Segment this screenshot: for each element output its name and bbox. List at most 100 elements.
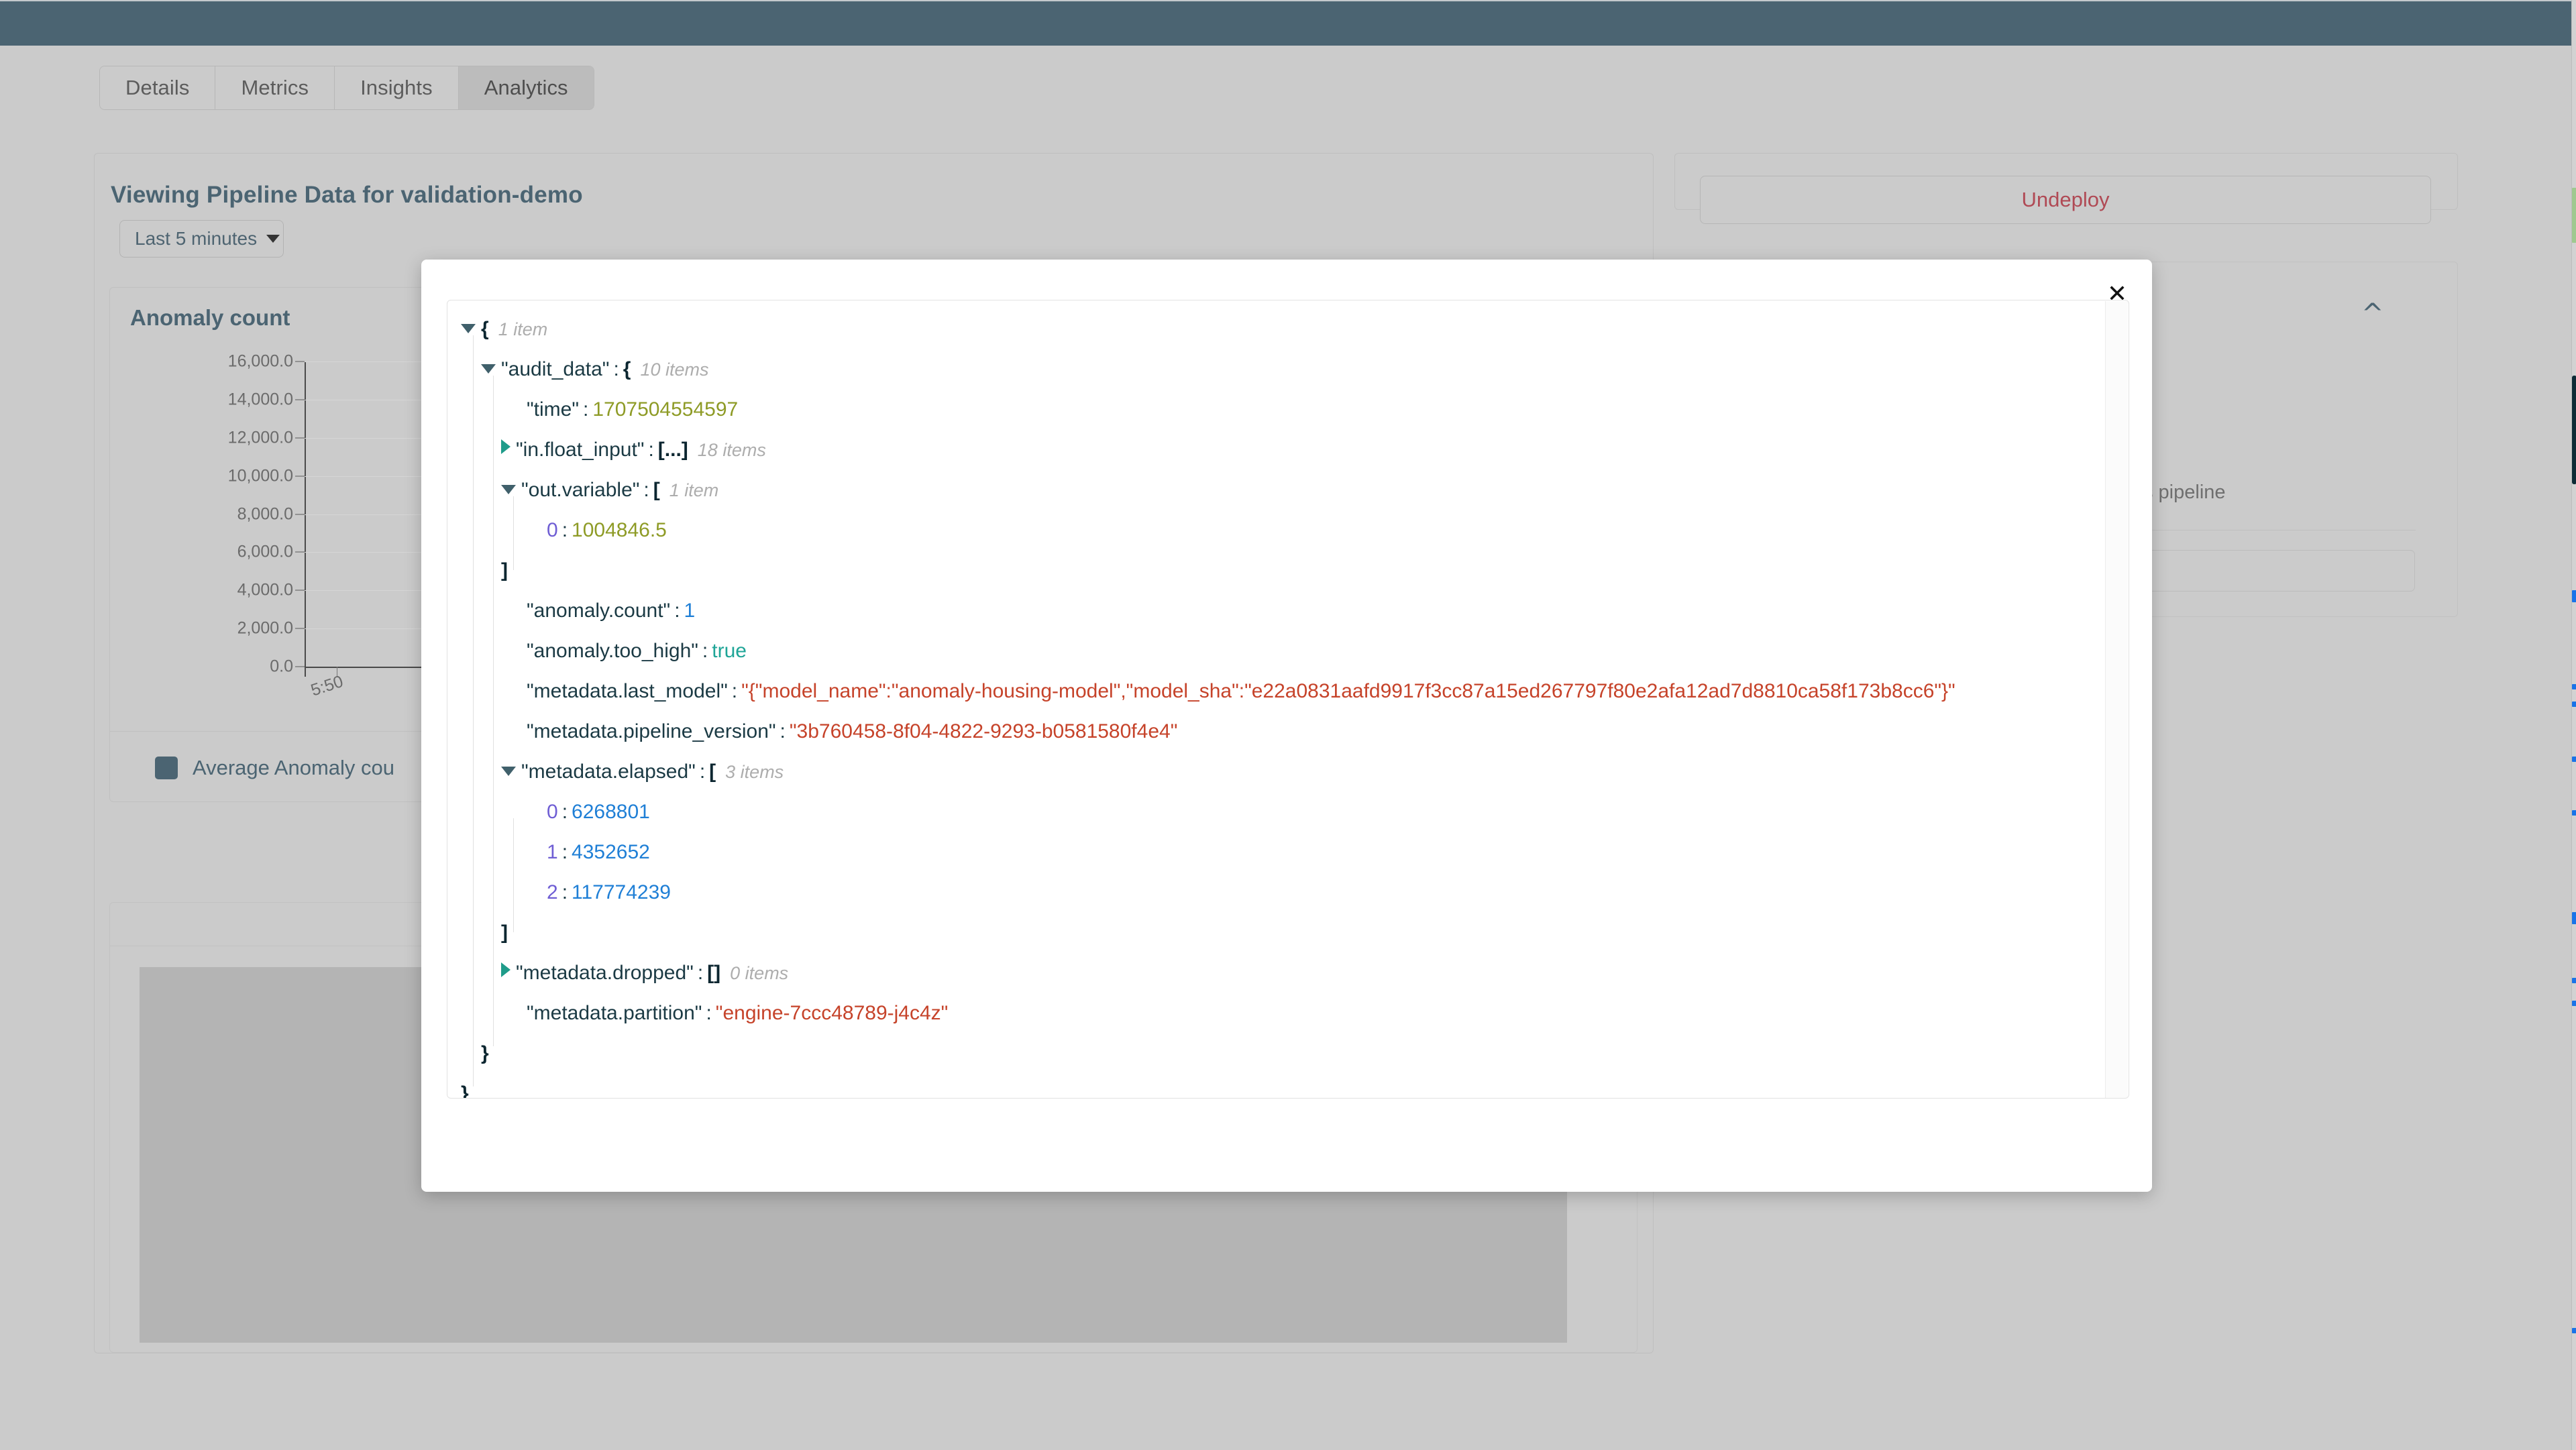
json-tree-row[interactable]: ] xyxy=(461,922,1955,962)
json-array-index: 0 xyxy=(547,801,558,823)
json-colon: : xyxy=(780,720,786,742)
json-colon: : xyxy=(697,962,704,984)
legend-swatch-icon xyxy=(155,756,178,779)
json-tree-row[interactable]: "anomaly.too_high": true xyxy=(461,640,1955,680)
clipped-table-row xyxy=(0,1445,2571,1450)
json-bracket: [ xyxy=(709,761,716,783)
chart-x-tick-label: 5:50 xyxy=(309,671,345,700)
json-tree-row[interactable]: "metadata.dropped":[] 0 items xyxy=(461,962,1955,1002)
json-tree-row[interactable]: "audit_data":{10 items xyxy=(461,358,1955,398)
json-tree-row[interactable]: 0:6268801 xyxy=(461,801,1955,841)
json-tree-row[interactable]: } xyxy=(461,1042,1955,1082)
scrollbar-thumb[interactable] xyxy=(2572,376,2576,484)
chart-y-tick-mark xyxy=(295,437,305,439)
triangle-down-icon[interactable] xyxy=(461,324,476,333)
json-colon: : xyxy=(731,680,738,702)
json-value: 1707504554597 xyxy=(592,398,739,421)
right-panel-divider xyxy=(2144,530,2416,531)
json-bracket: } xyxy=(481,1042,489,1064)
json-tree-row[interactable]: "in.float_input": [...] 18 items xyxy=(461,439,1955,479)
json-tree-row[interactable]: "metadata.pipeline_version": "3b760458-8f… xyxy=(461,720,1955,761)
chart-y-tick-label: 2,000.0 xyxy=(237,618,293,638)
scrollbar-marker-match xyxy=(2572,1328,2576,1333)
json-tree-row[interactable]: "metadata.elapsed":[3 items xyxy=(461,761,1955,801)
json-bracket: [ xyxy=(653,479,660,501)
browser-scrollbar[interactable] xyxy=(2571,0,2576,1450)
json-key: "metadata.pipeline_version" xyxy=(527,720,776,742)
json-item-count: 3 items xyxy=(725,762,784,782)
json-colon: : xyxy=(706,1002,712,1024)
triangle-down-icon[interactable] xyxy=(501,767,516,776)
tab-bar: Details Metrics Insights Analytics xyxy=(99,66,594,110)
scrollbar-marker-match xyxy=(2572,702,2576,707)
chart-y-tick-label: 10,000.0 xyxy=(227,466,293,486)
json-colon: : xyxy=(674,600,680,622)
time-range-select[interactable]: Last 5 minutes xyxy=(119,220,284,258)
json-key: "anomaly.count" xyxy=(527,600,671,622)
json-tree-row[interactable]: "time":1707504554597 xyxy=(461,398,1955,439)
undeploy-button[interactable]: Undeploy xyxy=(1700,176,2431,224)
triangle-down-icon[interactable] xyxy=(481,364,496,374)
tab-metrics[interactable]: Metrics xyxy=(215,66,335,109)
json-item-count: 0 items xyxy=(730,963,789,983)
chart-y-tick-mark xyxy=(295,361,305,362)
pipeline-name-input[interactable] xyxy=(2147,550,2415,592)
json-value: "{"model_name":"anomaly-housing-model","… xyxy=(741,680,1955,702)
json-tree-row[interactable]: 1:4352652 xyxy=(461,841,1955,881)
tab-insights[interactable]: Insights xyxy=(335,66,459,109)
chart-y-tick-mark xyxy=(295,399,305,400)
json-tree-row[interactable]: } xyxy=(461,1082,1955,1098)
json-array-index: 0 xyxy=(547,519,558,541)
tab-analytics[interactable]: Analytics xyxy=(458,66,594,109)
chart-y-tick-label: 4,000.0 xyxy=(237,580,293,600)
chart-y-axis xyxy=(305,361,306,677)
json-panel-scrollbar[interactable] xyxy=(2105,301,2128,1098)
json-value: 1004846.5 xyxy=(572,519,667,541)
json-tree-row[interactable]: "out.variable":[1 item xyxy=(461,479,1955,519)
tab-analytics-label: Analytics xyxy=(484,76,568,99)
json-key: "out.variable" xyxy=(521,479,640,501)
json-tree-row[interactable]: {1 item xyxy=(461,318,1955,358)
json-tree-guide-line xyxy=(493,376,494,1046)
chart-y-tick-label: 0.0 xyxy=(270,657,293,676)
chevron-up-icon[interactable]: ^ xyxy=(2361,300,2384,327)
chart-y-tick-mark xyxy=(295,628,305,629)
tab-details[interactable]: Details xyxy=(100,66,216,109)
scrollbar-marker-match xyxy=(2572,757,2576,762)
scrollbar-marker-match xyxy=(2572,810,2576,816)
json-tree-guide-line xyxy=(473,335,474,1086)
json-colon: : xyxy=(648,439,654,461)
json-bracket: { xyxy=(481,318,489,340)
json-array-index: 2 xyxy=(547,881,558,903)
tab-insights-label: Insights xyxy=(360,76,433,99)
json-tree-row[interactable]: ] xyxy=(461,559,1955,600)
chart-y-tick-label: 8,000.0 xyxy=(237,504,293,523)
json-colon: : xyxy=(582,398,589,421)
json-tree-row[interactable]: "anomaly.count":1 xyxy=(461,600,1955,640)
triangle-right-icon[interactable] xyxy=(501,962,511,977)
json-colon: : xyxy=(561,841,568,863)
json-tree-row[interactable]: "metadata.partition": "engine-7ccc48789-j… xyxy=(461,1002,1955,1042)
json-key: "metadata.elapsed" xyxy=(521,761,696,783)
json-tree-guide-line xyxy=(513,496,514,570)
scrollbar-marker-green xyxy=(2572,188,2576,243)
json-item-count: 1 item xyxy=(669,480,719,500)
json-key: "in.float_input" xyxy=(516,439,645,461)
json-colon: : xyxy=(643,479,649,501)
json-bracket: [] xyxy=(707,962,721,984)
pipeline-hint-text: s pipeline xyxy=(2143,482,2226,503)
json-value: 6268801 xyxy=(572,801,650,823)
chevron-down-icon xyxy=(266,235,280,243)
json-key: "audit_data" xyxy=(501,358,610,380)
triangle-down-icon[interactable] xyxy=(501,485,516,494)
json-tree-row[interactable]: 0:1004846.5 xyxy=(461,519,1955,559)
json-detail-modal: ✕ {1 item "audit_data":{10 items "time":17… xyxy=(421,260,2152,1192)
json-colon: : xyxy=(699,761,706,783)
triangle-right-icon[interactable] xyxy=(501,439,511,454)
json-colon: : xyxy=(613,358,619,380)
json-tree-row[interactable]: 2:117774239 xyxy=(461,881,1955,922)
app-header-bar xyxy=(0,1,2571,46)
json-tree-guide-line xyxy=(513,818,514,932)
json-tree-row[interactable]: "metadata.last_model": "{"model_name":"an… xyxy=(461,680,1955,720)
tab-details-label: Details xyxy=(125,76,190,99)
